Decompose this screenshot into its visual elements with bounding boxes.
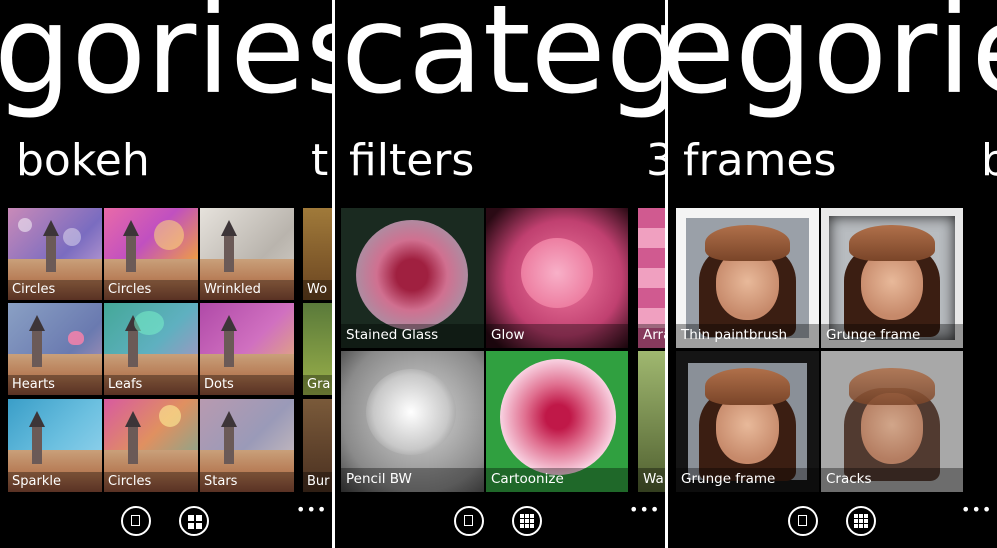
effect-tile-peek[interactable]: Gra bbox=[303, 303, 332, 395]
pivot-header-next-peek[interactable]: 3 bbox=[646, 135, 665, 186]
single-view-icon[interactable] bbox=[788, 506, 818, 536]
effect-tile[interactable]: Hearts bbox=[8, 303, 102, 395]
tile-label: Circles bbox=[104, 472, 198, 492]
single-view-icon[interactable] bbox=[121, 506, 151, 536]
tile-label: Circles bbox=[8, 280, 102, 300]
grid-view-icon[interactable] bbox=[846, 506, 876, 536]
pivot-header-bokeh[interactable]: bokeh bbox=[16, 135, 150, 186]
grid-view-icon[interactable] bbox=[512, 506, 542, 536]
tile-label: Pencil BW bbox=[341, 468, 484, 492]
tile-label: Leafs bbox=[104, 375, 198, 395]
tile-label: Wo bbox=[303, 280, 332, 300]
frame-tile[interactable]: Cracks bbox=[821, 351, 963, 492]
filter-tile-peek[interactable]: Arra bbox=[638, 208, 665, 348]
effect-tile-peek[interactable]: Wo bbox=[303, 208, 332, 300]
tile-label: Grunge frame bbox=[676, 468, 819, 492]
tile-label: Gra bbox=[303, 375, 332, 395]
pivot-header-frames[interactable]: frames bbox=[683, 135, 836, 186]
tile-label: Glow bbox=[486, 324, 628, 348]
tile-label: Hearts bbox=[8, 375, 102, 395]
tile-label: Arra bbox=[638, 324, 665, 348]
tile-label: Circles bbox=[104, 280, 198, 300]
tile-label: War bbox=[638, 468, 665, 492]
pivot-title: catego bbox=[341, 0, 665, 121]
tile-label: Stained Glass bbox=[341, 324, 484, 348]
tile-label: Wrinkled bbox=[200, 280, 294, 300]
filter-tile[interactable]: Glow bbox=[486, 208, 628, 348]
tile-label: Thin paintbrush bbox=[676, 324, 819, 348]
pivot-header-filters[interactable]: filters bbox=[349, 135, 474, 186]
filter-tile[interactable]: Stained Glass bbox=[341, 208, 484, 348]
filter-tile[interactable]: Cartoonize bbox=[486, 351, 628, 492]
tile-label: Cartoonize bbox=[486, 468, 628, 492]
effect-tile[interactable]: Leafs bbox=[104, 303, 198, 395]
tile-label: Sparkle bbox=[8, 472, 102, 492]
effect-tile[interactable]: Sparkle bbox=[8, 399, 102, 492]
pivot-title: gories bbox=[0, 0, 332, 121]
effect-tile[interactable]: Circles bbox=[104, 399, 198, 492]
more-options-icon[interactable]: ••• bbox=[961, 500, 992, 519]
filter-tile[interactable]: Pencil BW bbox=[341, 351, 484, 492]
pivot-header-next-peek[interactable]: t bbox=[311, 135, 328, 186]
filter-tile-peek[interactable]: War bbox=[638, 351, 665, 492]
pivot-header-next-peek[interactable]: b bbox=[981, 135, 997, 186]
tile-label: Bur bbox=[303, 472, 332, 492]
effect-tile[interactable]: Circles bbox=[8, 208, 102, 300]
tile-label: Dots bbox=[200, 375, 294, 395]
tile-label: Stars bbox=[200, 472, 294, 492]
frame-tile[interactable]: Grunge frame bbox=[676, 351, 819, 492]
tile-label: Grunge frame bbox=[821, 324, 963, 348]
screen-frames: egorie frames b Thin paintbrush Grunge f… bbox=[668, 0, 997, 548]
frame-tile[interactable]: Thin paintbrush bbox=[676, 208, 819, 348]
effect-tile[interactable]: Stars bbox=[200, 399, 294, 492]
screen-filters: catego filters 3 Stained Glass Glow Arra… bbox=[335, 0, 665, 548]
effect-tile[interactable]: Dots bbox=[200, 303, 294, 395]
pivot-title: egorie bbox=[668, 0, 997, 121]
app-bar: ••• bbox=[668, 498, 997, 548]
grid-view-icon[interactable] bbox=[179, 506, 209, 536]
app-bar: ••• bbox=[335, 498, 665, 548]
screen-bokeh: gories bokeh t Circles Circles Wrinkled … bbox=[0, 0, 332, 548]
effect-tile-peek[interactable]: Bur bbox=[303, 399, 332, 492]
effect-tile[interactable]: Circles bbox=[104, 208, 198, 300]
frame-tile[interactable]: Grunge frame bbox=[821, 208, 963, 348]
more-options-icon[interactable]: ••• bbox=[629, 500, 660, 519]
app-bar: ••• bbox=[0, 498, 332, 548]
effect-tile[interactable]: Wrinkled bbox=[200, 208, 294, 300]
tile-label: Cracks bbox=[821, 468, 963, 492]
single-view-icon[interactable] bbox=[454, 506, 484, 536]
more-options-icon[interactable]: ••• bbox=[296, 500, 327, 519]
